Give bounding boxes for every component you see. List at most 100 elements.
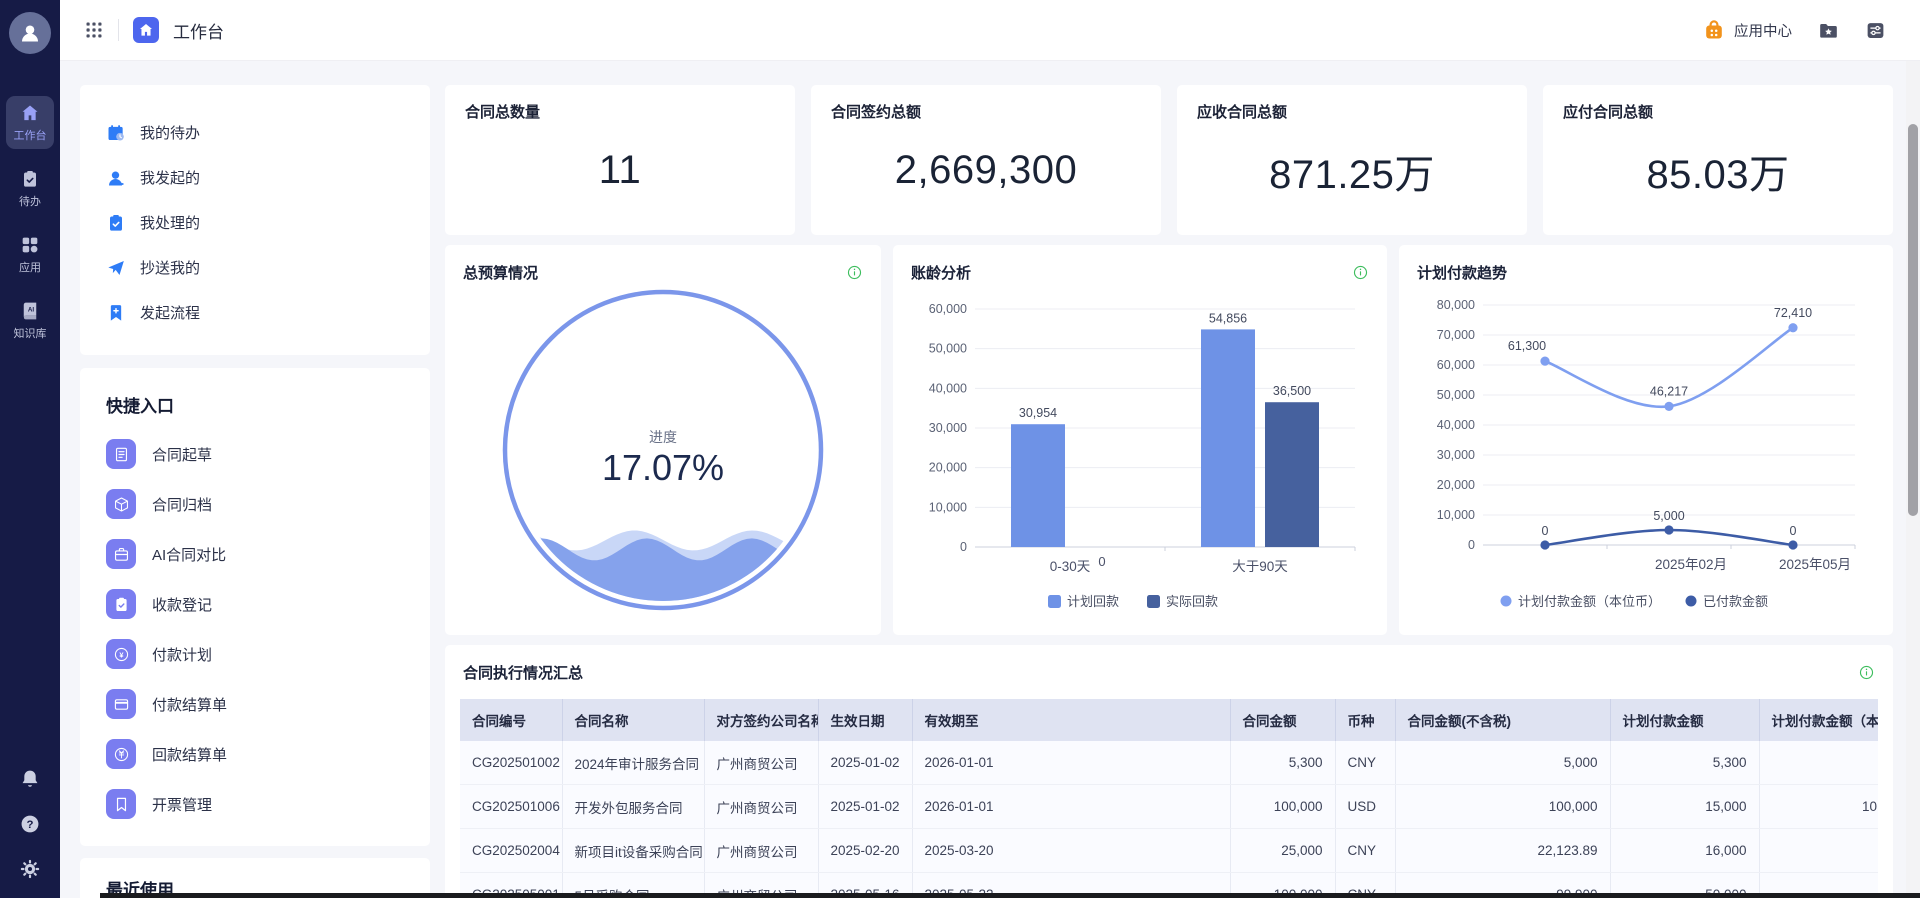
svg-text:已付款金额: 已付款金额: [1703, 594, 1768, 609]
svg-text:5,000: 5,000: [1653, 509, 1684, 523]
stat-value: 871.25万: [1197, 122, 1507, 219]
shortcut-合同起草[interactable]: 合同起草: [80, 429, 430, 479]
svg-text:?: ?: [27, 819, 34, 831]
aging-bar-chart: 010,00020,00030,00040,00050,00060,0000-3…: [911, 285, 1369, 622]
rail-bottom: ?: [19, 768, 41, 880]
table-row[interactable]: CG202502004新项目it设备采购合同广州商贸公司2025-02-2020…: [460, 829, 1878, 873]
table-row[interactable]: CG202501006开发外包服务合同广州商贸公司2025-01-022026-…: [460, 785, 1878, 829]
payment-trend-card: 计划付款趋势 010,00020,00030,00040,00050,00060…: [1399, 245, 1893, 635]
table-cell: [1759, 829, 1878, 873]
svg-text:60,000: 60,000: [929, 302, 967, 316]
notifications-bell-icon[interactable]: [19, 768, 41, 790]
menu-item-我处理的[interactable]: 我处理的: [80, 200, 430, 245]
svg-text:30,000: 30,000: [929, 421, 967, 435]
vertical-scrollbar-track[interactable]: [1906, 60, 1920, 898]
shortcut-付款计划[interactable]: ¥ 付款计划: [80, 629, 430, 679]
page-title: 工作台: [173, 18, 224, 43]
table-cell: CNY: [1335, 741, 1395, 785]
bookmark-plus-icon: [106, 303, 126, 323]
menu-item-label: 我发起的: [140, 167, 200, 188]
rail-item-工作台[interactable]: 工作台: [6, 96, 54, 149]
table-cell: 2025-01-02: [818, 785, 912, 829]
help-icon[interactable]: ?: [19, 813, 41, 835]
table-cell: 5,300: [1610, 741, 1759, 785]
table-cell: CG202502004: [460, 829, 562, 873]
info-icon[interactable]: [846, 264, 863, 281]
clipboard-check-icon: [106, 589, 136, 619]
shortcut-label: 回款结算单: [152, 744, 227, 765]
shopping-bag-icon: [1702, 18, 1726, 42]
bank-card-icon: [106, 689, 136, 719]
table-cell: 22,123.89: [1395, 829, 1610, 873]
menu-item-我发起的[interactable]: 我发起的: [80, 155, 430, 200]
shortcut-label: 收款登记: [152, 594, 212, 615]
table-cell: 5,300: [1230, 741, 1335, 785]
vertical-scrollbar-thumb[interactable]: [1908, 124, 1918, 516]
column-header-合同金额: 合同金额: [1230, 699, 1335, 741]
rail-item-待办[interactable]: 待办: [6, 162, 54, 215]
svg-text:2025年02月: 2025年02月: [1655, 557, 1727, 572]
menu-item-抄送我的[interactable]: 抄送我的: [80, 245, 430, 290]
app-center-button[interactable]: 应用中心: [1702, 18, 1792, 42]
yen-icon: ¥: [106, 639, 136, 669]
svg-text:80,000: 80,000: [1437, 298, 1475, 312]
divider: [118, 19, 119, 41]
info-icon[interactable]: [1352, 264, 1369, 281]
shortcut-回款结算单[interactable]: 回款结算单: [80, 729, 430, 779]
menu-item-发起流程[interactable]: 发起流程: [80, 290, 430, 335]
aging-analysis-card: 账龄分析 010,00020,00030,00040,00050,00060,0…: [893, 245, 1387, 635]
paper-plane-icon: [106, 258, 126, 278]
table-cell: CG202501002: [460, 741, 562, 785]
contract-summary-title: 合同执行情况汇总: [463, 662, 583, 683]
table-cell: 2024年审计服务合同: [562, 741, 704, 785]
stat-value: 11: [465, 122, 775, 219]
favorites-folder-icon[interactable]: [1818, 20, 1839, 41]
shortcut-label: 合同归档: [152, 494, 212, 515]
table-cell: 2025-02-20: [818, 829, 912, 873]
info-icon[interactable]: [1858, 664, 1875, 681]
shortcut-开票管理[interactable]: 开票管理: [80, 779, 430, 829]
shortcut-付款结算单[interactable]: 付款结算单: [80, 679, 430, 729]
settings-gear-icon[interactable]: [19, 858, 41, 880]
stat-card-合同签约总额: 合同签约总额 2,669,300: [811, 85, 1161, 235]
stat-label: 应收合同总额: [1197, 101, 1507, 122]
svg-text:0: 0: [1542, 524, 1549, 538]
stat-card-合同总数量: 合同总数量 11: [445, 85, 795, 235]
table-cell: CG202501006: [460, 785, 562, 829]
svg-text:¥: ¥: [119, 650, 124, 659]
table-cell: 广州商贸公司: [704, 829, 818, 873]
quick-entry-list: 合同起草 合同归档 AI合同对比 收款登记¥ 付款计划 付款结算单 回款结算单 …: [80, 429, 430, 829]
stat-value: 2,669,300: [831, 122, 1141, 219]
payment-trend-line-chart: 010,00020,00030,00040,00050,00060,00070,…: [1417, 285, 1875, 622]
column-header-有效期至: 有效期至: [912, 699, 1230, 741]
shortcut-合同归档[interactable]: 合同归档: [80, 479, 430, 529]
horizontal-scrollbar[interactable]: [100, 893, 1920, 898]
stat-label: 合同总数量: [465, 101, 775, 122]
avatar[interactable]: [9, 12, 51, 54]
column-header-合同名称: 合同名称: [562, 699, 704, 741]
aging-analysis-title: 账龄分析: [911, 262, 971, 283]
svg-text:AI: AI: [28, 307, 35, 314]
payment-trend-title: 计划付款趋势: [1417, 262, 1507, 283]
box-icon: [106, 489, 136, 519]
table-cell: 广州商贸公司: [704, 741, 818, 785]
stat-card-应收合同总额: 应收合同总额 871.25万: [1177, 85, 1527, 235]
menu-item-我的待办[interactable]: 我的待办: [80, 110, 430, 155]
preferences-sliders-icon[interactable]: [1865, 20, 1886, 41]
rail-item-应用[interactable]: 应用: [6, 228, 54, 281]
rail-item-知识库[interactable]: AI 知识库: [6, 294, 54, 347]
book-ai-icon: AI: [20, 301, 40, 321]
svg-text:0: 0: [1098, 554, 1105, 569]
shortcut-收款登记[interactable]: 收款登记: [80, 579, 430, 629]
quick-entry-card: 快捷入口 合同起草 合同归档 AI合同对比 收款登记 ¥ 付款计划 付款结算单 回…: [80, 368, 430, 846]
home-icon: [20, 103, 40, 123]
shortcut-AI合同对比[interactable]: AI合同对比: [80, 529, 430, 579]
quick-entry-title: 快捷入口: [80, 392, 430, 417]
table-row[interactable]: CG2025010022024年审计服务合同广州商贸公司2025-01-0220…: [460, 741, 1878, 785]
svg-text:40,000: 40,000: [929, 381, 967, 395]
svg-text:50,000: 50,000: [929, 342, 967, 356]
app-grid-icon[interactable]: [84, 20, 104, 40]
shortcut-label: 付款计划: [152, 644, 212, 665]
svg-text:实际回款: 实际回款: [1166, 594, 1218, 609]
svg-text:20,000: 20,000: [1437, 478, 1475, 492]
